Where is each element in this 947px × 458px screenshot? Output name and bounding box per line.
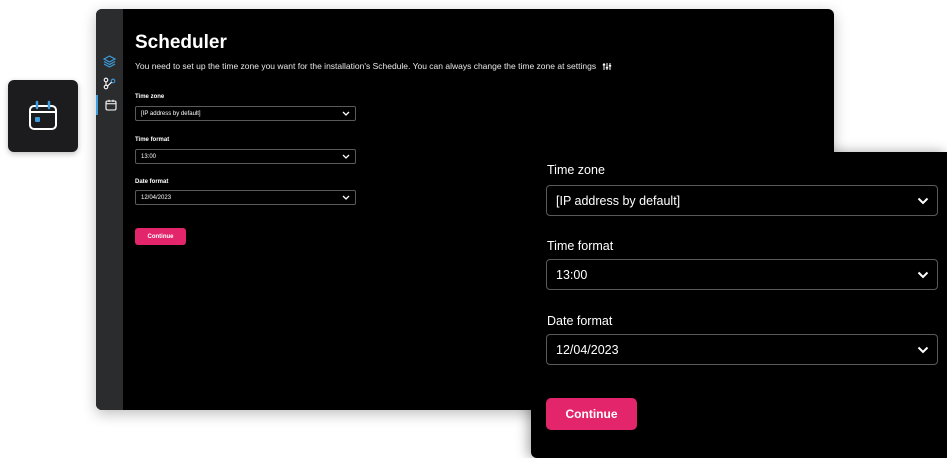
- scheduler-badge: [8, 80, 78, 152]
- rail-item-flow[interactable]: [96, 73, 123, 93]
- chevron-down-icon: [917, 197, 929, 204]
- date-format-label: Date format: [135, 179, 169, 185]
- date-format-value-zoomed: 12/04/2023: [556, 342, 619, 357]
- date-format-select-zoomed[interactable]: 12/04/2023: [546, 334, 938, 365]
- time-zone-select[interactable]: [IP address by default]: [135, 106, 356, 121]
- time-zone-label-zoomed: Time zone: [547, 163, 605, 177]
- rail-item-calendar[interactable]: [96, 95, 123, 115]
- time-format-value: 13:00: [141, 153, 157, 160]
- date-format-select[interactable]: 12/04/2023: [135, 190, 356, 205]
- layers-icon: [103, 54, 116, 68]
- chevron-down-icon: [917, 271, 929, 278]
- settings-sliders-icon[interactable]: [602, 62, 612, 71]
- time-zone-select-zoomed[interactable]: [IP address by default]: [546, 185, 938, 216]
- chevron-down-icon: [342, 111, 350, 116]
- time-format-select[interactable]: 13:00: [135, 149, 356, 164]
- time-format-label: Time format: [135, 137, 170, 143]
- description-text: You need to set up the time zone you wan…: [135, 61, 597, 71]
- time-format-label-zoomed: Time format: [547, 239, 614, 253]
- time-zone-label: Time zone: [135, 94, 165, 100]
- flow-icon: [103, 77, 116, 89]
- time-format-select-zoomed[interactable]: 13:00: [546, 259, 938, 290]
- page-title: Scheduler: [135, 32, 227, 53]
- continue-button[interactable]: Continue: [135, 228, 186, 245]
- continue-button-zoomed[interactable]: Continue: [546, 398, 637, 430]
- time-zone-value: [IP address by default]: [141, 110, 201, 117]
- scheduler-showcase: Scheduler You need to set up the time zo…: [0, 0, 947, 458]
- time-zone-value-zoomed: [IP address by default]: [556, 193, 681, 208]
- chevron-down-icon: [342, 154, 350, 159]
- date-format-label-zoomed: Date format: [547, 314, 613, 328]
- chevron-down-icon: [342, 195, 350, 200]
- rail-item-layers[interactable]: [96, 51, 123, 71]
- side-rail: [96, 9, 123, 410]
- chevron-down-icon: [917, 346, 929, 353]
- calendar-icon: [104, 99, 117, 111]
- calendar-icon: [29, 100, 57, 130]
- page-description: You need to set up the time zone you wan…: [135, 61, 612, 71]
- date-format-value: 12/04/2023: [141, 194, 172, 201]
- zoomed-form-panel: Time zone [IP address by default] Time f…: [531, 152, 947, 458]
- time-format-value-zoomed: 13:00: [556, 267, 588, 282]
